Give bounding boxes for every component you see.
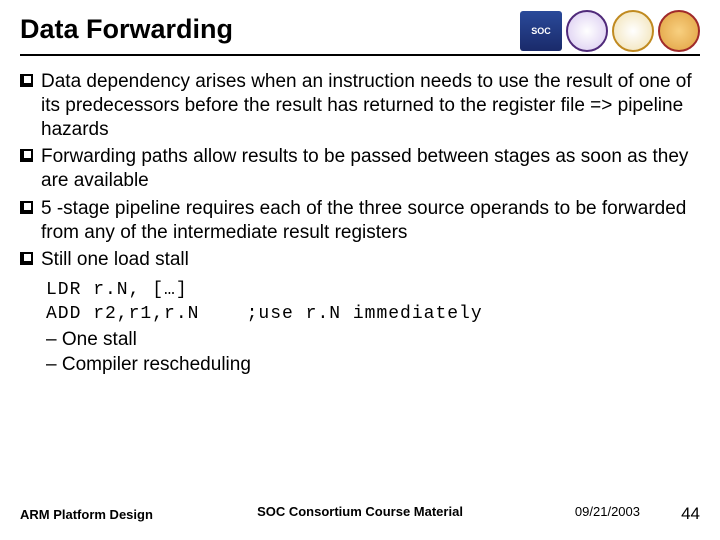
shadow-box-icon	[20, 201, 33, 214]
footer-left: ARM Platform Design	[20, 507, 153, 522]
bullet-text: 5 -stage pipeline requires each of the t…	[41, 197, 700, 245]
code-line: ADD r2,r1,r.N ;use r.N immediately	[46, 304, 483, 324]
slide: Data Forwarding SOC Data dependency aris…	[0, 0, 720, 540]
code-line: LDR r.N, […]	[46, 280, 188, 300]
shadow-box-icon	[20, 252, 33, 265]
footer-date: 09/21/2003	[575, 504, 640, 519]
shadow-box-icon	[20, 149, 33, 162]
bullet-text: Forwarding paths allow results to be pas…	[41, 145, 700, 193]
sub-list-text: One stall	[62, 329, 137, 350]
header: Data Forwarding SOC	[20, 10, 700, 56]
logo-row: SOC	[520, 10, 700, 52]
university-logo-1-icon	[612, 10, 654, 52]
university-logo-2-icon	[658, 10, 700, 52]
shadow-box-icon	[20, 74, 33, 87]
bullet-text: Data dependency arises when an instructi…	[41, 70, 700, 141]
soc-logo-text: SOC	[531, 27, 551, 36]
bullet-item: 5 -stage pipeline requires each of the t…	[20, 197, 700, 245]
bullet-item: Still one load stall	[20, 248, 700, 272]
footer-center: SOC Consortium Course Material	[257, 504, 463, 519]
page-number: 44	[681, 504, 700, 524]
bullet-item: Forwarding paths allow results to be pas…	[20, 145, 700, 193]
code-block: LDR r.N, […] ADD r2,r1,r.N ;use r.N imme…	[46, 278, 700, 327]
bullet-text: Still one load stall	[41, 248, 700, 272]
sub-list-item: Compiler rescheduling	[46, 352, 700, 378]
sub-list-item: One stall	[46, 327, 700, 353]
bullet-item: Data dependency arises when an instructi…	[20, 70, 700, 141]
consortium-logo-icon	[566, 10, 608, 52]
page-title: Data Forwarding	[20, 10, 233, 45]
sub-list: One stall Compiler rescheduling	[46, 327, 700, 378]
footer: ARM Platform Design SOC Consortium Cours…	[20, 504, 700, 524]
body: Data dependency arises when an instructi…	[20, 70, 700, 378]
sub-list-text: Compiler rescheduling	[62, 354, 251, 375]
soc-logo-icon: SOC	[520, 11, 562, 51]
